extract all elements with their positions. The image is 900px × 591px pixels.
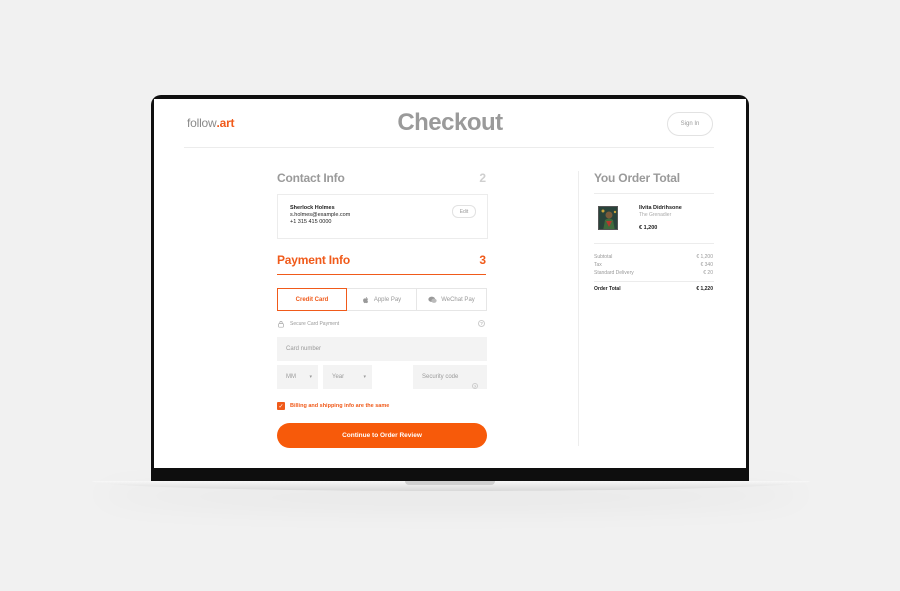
security-help-icon[interactable]: ? [472, 383, 478, 389]
expiry-month-select[interactable]: MM ▾ [277, 365, 318, 389]
tab-wechat-pay[interactable]: WeChat Pay [417, 288, 487, 311]
card-number-input[interactable]: Card number [277, 337, 487, 361]
order-total-value: € 1,220 [696, 286, 713, 292]
order-divider [594, 281, 714, 282]
chevron-down-icon: ▾ [363, 374, 366, 380]
order-total-title: You Order Total [594, 171, 680, 185]
tab-apple-pay-label: Apple Pay [373, 296, 402, 303]
item-artist: Ilvita Didrihsone [639, 205, 682, 211]
subtotal-label: Subtotal [594, 254, 613, 260]
lock-icon [278, 321, 284, 328]
order-total-label: Order Total [594, 286, 621, 292]
page-title: Checkout [397, 109, 503, 136]
billing-same-checkbox[interactable]: ✓ [277, 402, 285, 410]
tab-apple-pay[interactable]: Apple Pay [347, 288, 417, 311]
tab-credit-card-label: Credit Card [295, 296, 329, 303]
tax-label: Tax [594, 262, 602, 268]
sign-in-button[interactable]: Sign In [667, 112, 713, 136]
artwork-image [599, 207, 617, 229]
laptop-notch [405, 481, 495, 485]
help-icon[interactable]: ? [478, 320, 485, 327]
payment-info-title: Payment Info [277, 253, 350, 267]
delivery-value: € 20 [703, 270, 713, 276]
item-title: The Grenadier [639, 212, 672, 218]
expiry-year-select[interactable]: Year ▾ [323, 365, 372, 389]
chevron-down-icon: ▾ [309, 374, 312, 380]
tab-credit-card[interactable]: Credit Card [277, 288, 347, 311]
tax-value: € 340 [700, 262, 713, 268]
contact-step-number: 2 [479, 171, 486, 185]
payment-divider [277, 274, 486, 275]
subtotal-value: € 1,200 [696, 254, 713, 260]
expiry-year-placeholder: Year [332, 374, 345, 380]
artwork-thumbnail [598, 206, 618, 230]
edit-contact-button[interactable]: Edit [452, 205, 476, 218]
apple-icon [362, 296, 368, 303]
billing-same-label[interactable]: Billing and shipping info are the same [290, 403, 389, 409]
tab-wechat-pay-label: WeChat Pay [441, 296, 475, 303]
payment-step-number: 3 [479, 253, 486, 267]
checkout-screen: follow.art Checkout Sign In Contact Info… [154, 99, 746, 468]
order-divider [594, 193, 714, 194]
continue-to-review-button[interactable]: Continue to Order Review [277, 423, 487, 448]
laptop-chin [154, 468, 746, 481]
secure-payment-label: Secure Card Payment [290, 321, 340, 327]
header-divider [184, 147, 714, 148]
contact-info-title: Contact Info [277, 171, 345, 185]
expiry-month-placeholder: MM [286, 374, 296, 380]
contact-phone: +1 315 415 0000 [290, 219, 332, 225]
order-divider [594, 243, 714, 244]
wechat-icon [428, 296, 437, 303]
column-divider [578, 171, 579, 446]
contact-name: Sherlock Holmes [290, 205, 335, 211]
item-price: € 1,200 [639, 225, 658, 231]
contact-email: s.holmes@example.com [290, 212, 351, 218]
delivery-label: Standard Delivery [594, 270, 634, 276]
